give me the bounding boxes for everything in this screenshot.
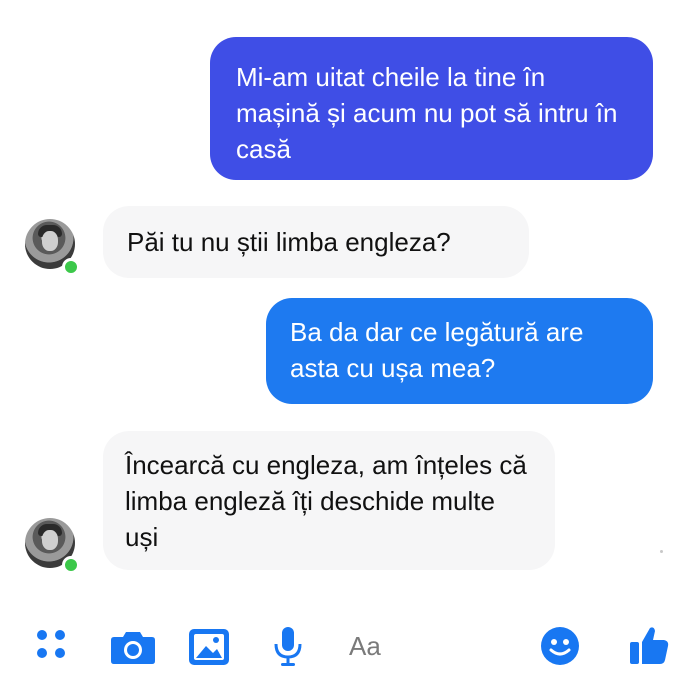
decorative-dot	[660, 550, 663, 553]
incoming-message-bubble[interactable]: Încearcă cu engleza, am înțeles că limba…	[103, 431, 555, 570]
message-text: Păi tu nu știi limba engleza?	[127, 227, 451, 257]
message-text: Mi-am uitat cheile la tine în mașină și …	[236, 62, 618, 164]
more-icon[interactable]	[37, 630, 73, 666]
online-status-dot	[62, 556, 80, 574]
outgoing-message-bubble[interactable]: Ba da dar ce legătură are asta cu ușa me…	[266, 298, 653, 404]
camera-icon[interactable]	[110, 629, 156, 665]
online-status-dot	[62, 258, 80, 276]
message-input[interactable]: Aa	[349, 631, 381, 662]
outgoing-message-bubble[interactable]: Mi-am uitat cheile la tine în mașină și …	[210, 37, 653, 180]
microphone-icon[interactable]	[272, 626, 304, 668]
message-text: Ba da dar ce legătură are asta cu ușa me…	[290, 317, 584, 383]
message-text: Încearcă cu engleza, am înțeles că limba…	[125, 450, 527, 552]
incoming-message-bubble[interactable]: Păi tu nu știi limba engleza?	[103, 206, 529, 278]
emoji-icon[interactable]	[540, 626, 580, 666]
like-icon[interactable]	[628, 624, 670, 666]
gallery-icon[interactable]	[188, 628, 230, 666]
